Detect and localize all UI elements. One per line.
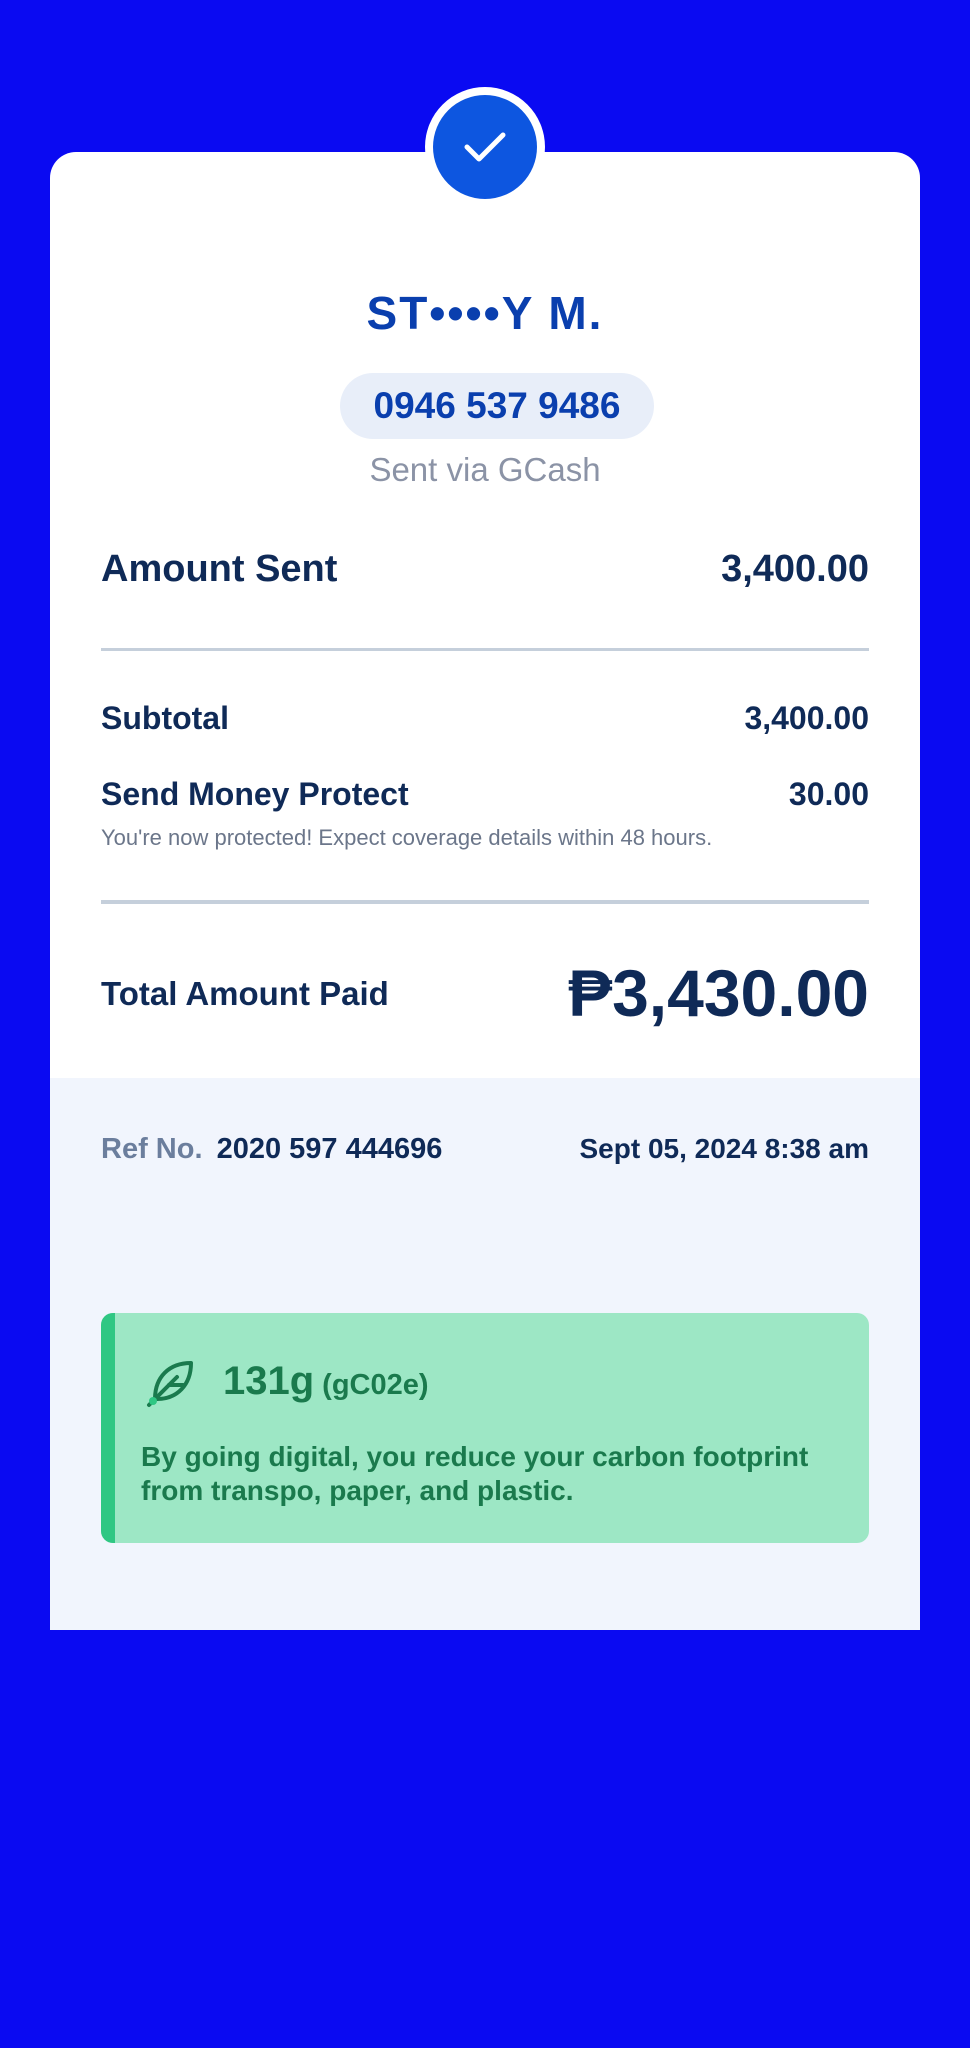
protect-note: You're now protected! Expect coverage de… [101,825,713,850]
amount-sent-value: 3,400.00 [721,548,869,590]
send-money-protect-value: 30.00 [788,776,869,812]
reference-label: Ref No. [101,1133,203,1165]
receipt-torn-edge [50,1603,920,1617]
reference-value[interactable]: 2020 597 444696 [217,1133,443,1165]
divider [101,648,869,651]
carbon-amount-value: 131g [223,1359,315,1403]
carbon-amount: 131g (gC02e) [223,1359,429,1404]
checkmark-icon [433,95,537,199]
send-money-protect-label: Send Money Protect [101,776,409,812]
total-amount-value: ₱3,430.00 [568,956,869,1030]
receipt-screen: ST••••Y M. 0946 537 9486 Sent via GCash … [0,0,970,2048]
transaction-datetime: Sept 05, 2024 8:38 am [579,1133,869,1164]
recipient-phone: 0946 537 9486 [340,373,654,439]
divider [101,900,869,904]
carbon-message: By going digital, you reduce your carbon… [141,1441,809,1506]
leaf-icon [147,1361,193,1407]
carbon-savings-banner: 131g (gC02e) By going digital, you reduce… [101,1313,869,1543]
success-badge [425,87,545,207]
carbon-amount-unit: (gC02e) [322,1369,429,1401]
banner-accent-bar [101,1313,115,1543]
recipient-name: ST••••Y M. [366,287,604,339]
subtotal-value: 3,400.00 [744,700,869,736]
amount-sent-label: Amount Sent [101,548,338,590]
subtotal-label: Subtotal [101,700,229,736]
reference-number: Ref No. 2020 597 444696 [101,1133,442,1166]
payment-channel: Sent via GCash [369,451,601,488]
total-amount-label: Total Amount Paid [101,975,389,1012]
